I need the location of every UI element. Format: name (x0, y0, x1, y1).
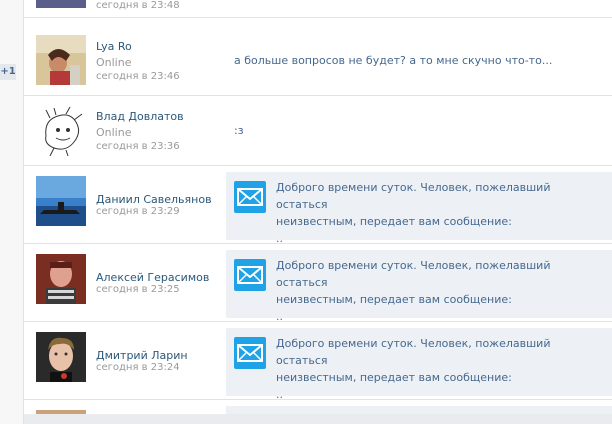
envelope-icon (234, 259, 266, 291)
online-status: Online (96, 56, 132, 69)
dialog-row[interactable]: Дмитрий Ларин сегодня в 23:24 Доброго вр… (24, 322, 612, 401)
message-line: Доброго времени суток. Человек, пожелавш… (276, 259, 551, 289)
envelope-icon (234, 337, 266, 369)
avatar[interactable] (36, 0, 86, 8)
avatar[interactable] (36, 35, 86, 85)
dialog-row[interactable]: Lya Ro Online сегодня в 23:46 а больше в… (24, 18, 612, 96)
message-text: Доброго времени суток. Человек, пожелавш… (276, 257, 576, 325)
message-line: Доброго времени суток. Человек, пожелавш… (276, 181, 551, 211)
dialog-time: сегодня в 23:24 (96, 362, 180, 373)
dialog-row[interactable]: Алексей Герасимов сегодня в 23:25 Доброг… (24, 244, 612, 323)
dialog-row[interactable]: сегодня в 23:48 (24, 0, 612, 18)
avatar[interactable] (36, 332, 86, 382)
dialog-name[interactable]: Дмитрий Ларин (96, 349, 188, 362)
dialog-time: сегодня в 23:36 (96, 141, 180, 152)
envelope-icon (234, 181, 266, 213)
avatar[interactable] (36, 176, 86, 226)
left-gutter: +1 (0, 0, 24, 424)
message-box[interactable]: Доброго времени суток. Человек, пожелавш… (226, 172, 612, 245)
bottom-bar (24, 414, 612, 424)
message-text: Доброго времени суток. Человек, пожелавш… (276, 335, 576, 403)
message-preview[interactable]: :з (234, 124, 244, 137)
message-preview[interactable]: а больше вопросов не будет? а то мне ску… (234, 54, 552, 67)
message-text: Доброго времени суток. Человек, пожелавш… (276, 179, 576, 247)
message-box[interactable]: Доброго времени суток. Человек, пожелавш… (226, 328, 612, 401)
dialog-time: сегодня в 23:48 (96, 0, 180, 11)
message-line: неизвестным, передает вам сообщение: (276, 215, 512, 228)
dialog-name[interactable]: Влад Довлатов (96, 110, 184, 123)
message-line: Доброго времени суток. Человек, пожелавш… (276, 337, 551, 367)
counter-badge[interactable]: +1 (0, 64, 16, 80)
avatar[interactable] (36, 254, 86, 304)
online-status: Online (96, 126, 132, 139)
message-line: неизвестным, передает вам сообщение: (276, 293, 512, 306)
dialog-row[interactable]: Даниил Савельянов сегодня в 23:29 Доброг… (24, 166, 612, 245)
message-box[interactable]: Доброго времени суток. Человек, пожелавш… (226, 250, 612, 323)
dialog-time: сегодня в 23:29 (96, 206, 180, 217)
dialogs-list: сегодня в 23:48 Lya Ro Online сегодня в … (24, 0, 612, 424)
dialog-name[interactable]: Алексей Герасимов (96, 271, 209, 284)
dialog-name[interactable]: Lya Ro (96, 40, 132, 53)
dialog-row[interactable]: Влад Довлатов Online сегодня в 23:36 :з (24, 96, 612, 166)
message-line: неизвестным, передает вам сообщение: (276, 371, 512, 384)
avatar[interactable] (36, 106, 86, 156)
dialog-name[interactable]: Даниил Савельянов (96, 193, 212, 206)
dialog-time: сегодня в 23:46 (96, 71, 180, 82)
dialog-time: сегодня в 23:25 (96, 284, 180, 295)
